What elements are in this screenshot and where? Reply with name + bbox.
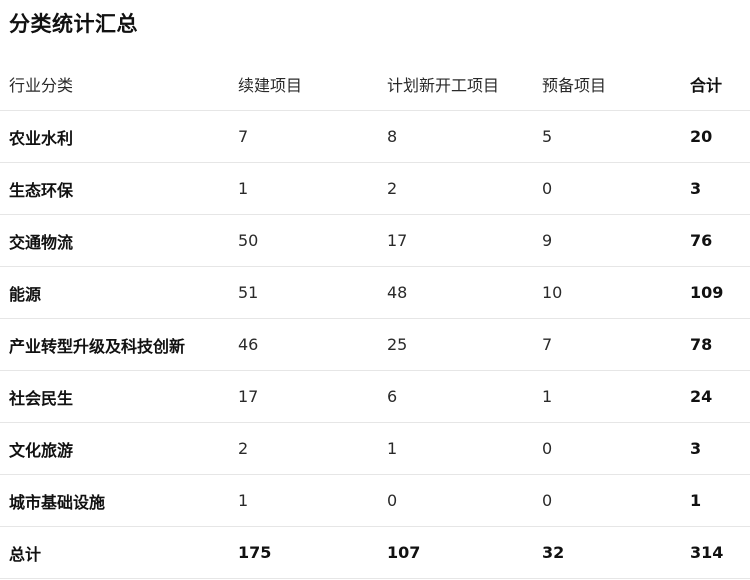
row-planned-new: 1 — [378, 422, 533, 475]
row-continuing: 51 — [229, 266, 378, 319]
row-reserve: 0 — [533, 162, 681, 215]
grand-total-row: 总计 175 107 32 314 — [0, 526, 750, 579]
row-total: 78 — [681, 318, 750, 371]
header-total: 合计 — [681, 58, 750, 111]
table-row: 交通物流 50 17 9 76 — [0, 214, 750, 267]
row-category: 农业水利 — [0, 110, 229, 163]
header-continuing: 续建项目 — [229, 58, 378, 111]
row-reserve: 0 — [533, 474, 681, 527]
row-continuing: 1 — [229, 474, 378, 527]
row-category: 产业转型升级及科技创新 — [0, 318, 229, 371]
table-row: 产业转型升级及科技创新 46 25 7 78 — [0, 318, 750, 371]
summary-table: 行业分类 续建项目 计划新开工项目 预备项目 合计 农业水利 7 8 5 20 … — [0, 58, 750, 579]
row-reserve: 7 — [533, 318, 681, 371]
header-planned-new: 计划新开工项目 — [378, 58, 533, 111]
row-planned-new: 25 — [378, 318, 533, 371]
row-continuing: 7 — [229, 110, 378, 163]
row-total: 3 — [681, 422, 750, 475]
row-total: 1 — [681, 474, 750, 527]
row-reserve: 1 — [533, 370, 681, 423]
grand-total-total: 314 — [681, 526, 750, 579]
row-reserve: 10 — [533, 266, 681, 319]
row-category: 城市基础设施 — [0, 474, 229, 527]
row-planned-new: 17 — [378, 214, 533, 267]
row-reserve: 0 — [533, 422, 681, 475]
row-category: 文化旅游 — [0, 422, 229, 475]
table-header-row: 行业分类 续建项目 计划新开工项目 预备项目 合计 — [0, 58, 750, 111]
grand-total-continuing: 175 — [229, 526, 378, 579]
row-category: 能源 — [0, 266, 229, 319]
row-continuing: 46 — [229, 318, 378, 371]
table-row: 农业水利 7 8 5 20 — [0, 110, 750, 163]
grand-total-label: 总计 — [0, 526, 229, 579]
row-total: 20 — [681, 110, 750, 163]
row-total: 76 — [681, 214, 750, 267]
row-continuing: 17 — [229, 370, 378, 423]
page-title: 分类统计汇总 — [9, 12, 138, 36]
row-planned-new: 6 — [378, 370, 533, 423]
row-total: 109 — [681, 266, 750, 319]
header-category: 行业分类 — [0, 58, 229, 111]
row-total: 24 — [681, 370, 750, 423]
table-row: 能源 51 48 10 109 — [0, 266, 750, 319]
header-reserve: 预备项目 — [533, 58, 681, 111]
row-category: 交通物流 — [0, 214, 229, 267]
row-planned-new: 2 — [378, 162, 533, 215]
row-total: 3 — [681, 162, 750, 215]
grand-total-reserve: 32 — [533, 526, 681, 579]
table-row: 城市基础设施 1 0 0 1 — [0, 474, 750, 527]
row-category: 社会民生 — [0, 370, 229, 423]
table-row: 生态环保 1 2 0 3 — [0, 162, 750, 215]
row-reserve: 9 — [533, 214, 681, 267]
row-reserve: 5 — [533, 110, 681, 163]
table-row: 文化旅游 2 1 0 3 — [0, 422, 750, 475]
table-row: 社会民生 17 6 1 24 — [0, 370, 750, 423]
row-planned-new: 0 — [378, 474, 533, 527]
row-continuing: 50 — [229, 214, 378, 267]
row-planned-new: 8 — [378, 110, 533, 163]
grand-total-planned-new: 107 — [378, 526, 533, 579]
row-planned-new: 48 — [378, 266, 533, 319]
row-category: 生态环保 — [0, 162, 229, 215]
row-continuing: 1 — [229, 162, 378, 215]
row-continuing: 2 — [229, 422, 378, 475]
